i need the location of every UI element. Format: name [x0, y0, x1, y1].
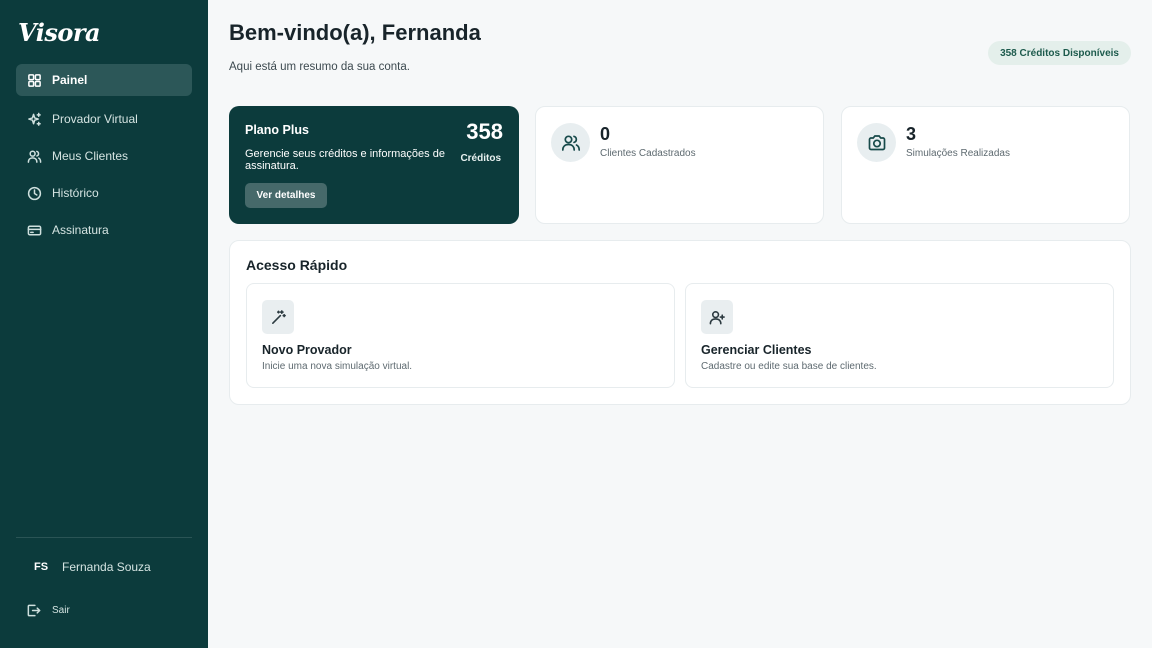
stat-value: 0 [600, 124, 611, 144]
logout-button[interactable]: Sair [26, 603, 70, 618]
sidebar-item-assinatura[interactable]: Assinatura [16, 214, 192, 246]
quick-action-title: Gerenciar Clientes [701, 343, 812, 357]
grid-icon [26, 72, 42, 88]
stat-label: Simulações Realizadas [906, 148, 1010, 159]
quick-action-gerenciar-clientes[interactable]: Gerenciar Clientes Cadastre ou edite sua… [685, 283, 1114, 388]
plan-description: Gerencie seus créditos e informações de … [245, 148, 445, 172]
brand-logo[interactable]: Visora [18, 18, 101, 47]
sidebar-item-historico[interactable]: Histórico [16, 177, 192, 209]
sidebar-item-provador-virtual[interactable]: Provador Virtual [16, 103, 192, 135]
credit-card-icon [26, 222, 42, 238]
quick-access-panel: Acesso Rápido Novo Provador Inicie uma n… [229, 240, 1131, 405]
user-name: Fernanda Souza [62, 560, 151, 574]
main-content: Bem-vindo(a), Fernanda Aqui está um resu… [208, 0, 1152, 648]
page-subtitle: Aqui está um resumo da sua conta. [229, 61, 410, 73]
plan-credits-label: Créditos [460, 153, 501, 164]
quick-action-description: Inicie uma nova simulação virtual. [262, 361, 413, 372]
avatar: FS [34, 561, 49, 573]
clock-icon [26, 185, 42, 201]
sidebar-item-label: Meus Clientes [52, 149, 129, 163]
sidebar: Visora Painel Provador Virtual Meus Clie… [0, 0, 208, 648]
camera-icon [857, 123, 896, 162]
plan-credits-value: 358 [466, 119, 503, 144]
plan-details-button[interactable]: Ver detalhes [245, 183, 327, 208]
page-title: Bem-vindo(a), Fernanda [229, 20, 481, 45]
magic-wand-icon [262, 300, 294, 334]
sidebar-item-painel[interactable]: Painel [16, 64, 192, 96]
users-icon [26, 148, 42, 164]
stat-card-simulations: 3 Simulações Realizadas [841, 106, 1130, 224]
stat-card-clients: 0 Clientes Cadastrados [535, 106, 824, 224]
sidebar-divider [16, 537, 192, 538]
users-icon [551, 123, 590, 162]
quick-action-title: Novo Provador [262, 343, 352, 357]
plan-name: Plano Plus [245, 123, 309, 137]
stat-label: Clientes Cadastrados [600, 148, 696, 159]
quick-action-description: Cadastre ou edite sua base de clientes. [701, 361, 877, 372]
user-plus-icon [701, 300, 733, 334]
quick-action-novo-provador[interactable]: Novo Provador Inicie uma nova simulação … [246, 283, 675, 388]
sidebar-item-label: Provador Virtual [52, 112, 138, 126]
sidebar-nav: Painel Provador Virtual Meus Clientes Hi… [16, 64, 192, 251]
quick-access-title: Acesso Rápido [246, 257, 348, 273]
sidebar-item-label: Painel [52, 73, 88, 87]
logout-label: Sair [52, 605, 70, 616]
user-profile[interactable]: FS Fernanda Souza [26, 560, 151, 574]
sparkles-icon [26, 111, 42, 127]
sidebar-item-label: Assinatura [52, 223, 109, 237]
plan-card: Plano Plus Gerencie seus créditos e info… [229, 106, 519, 224]
credits-badge: 358 Créditos Disponíveis [988, 41, 1131, 65]
logout-icon [27, 604, 41, 617]
sidebar-item-label: Histórico [52, 186, 99, 200]
sidebar-item-meus-clientes[interactable]: Meus Clientes [16, 140, 192, 172]
stat-value: 3 [906, 124, 917, 144]
